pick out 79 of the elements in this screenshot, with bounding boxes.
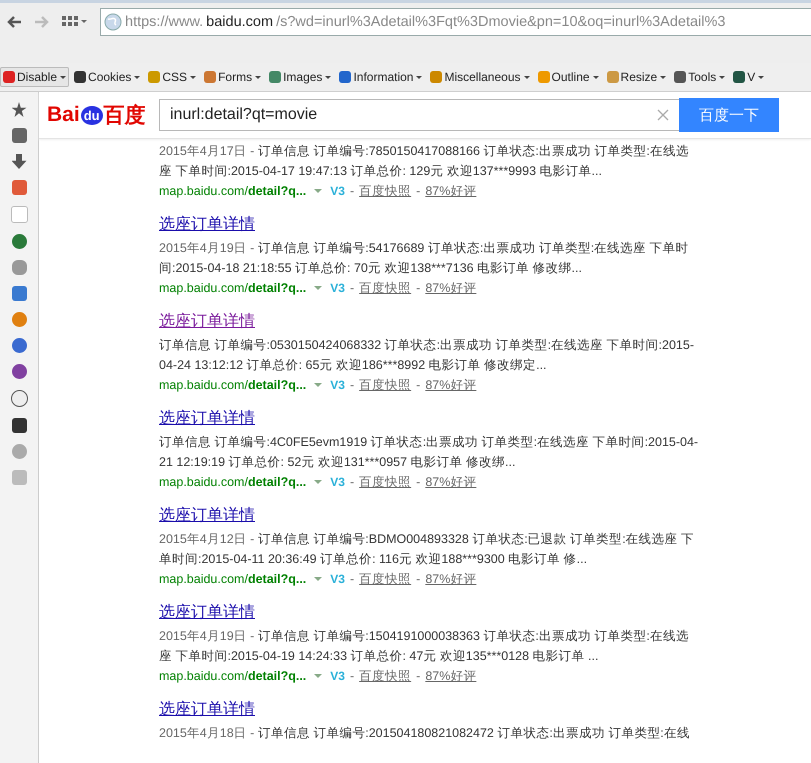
cache-link[interactable]: 百度快照 [359, 181, 412, 201]
separator-dash: - [350, 571, 354, 588]
caret-icon[interactable] [314, 189, 322, 193]
caret-icon [660, 76, 666, 78]
toolbar-menu-button[interactable]: Images [266, 67, 334, 87]
toolbar-menu-button[interactable]: CSS [145, 67, 200, 87]
address-field[interactable]: https://www. baidu.com /s?wd=inurl%3Adetail%3Fqt%3Dmovie&pn=10&oq=inurl%3Adetail%3 [100, 8, 811, 36]
caret-icon [325, 76, 332, 78]
toolbar-menu-button[interactable]: Forms [201, 67, 264, 87]
caret-icon[interactable] [314, 383, 322, 387]
separator-dash: - [416, 183, 420, 200]
caret-icon[interactable] [314, 286, 322, 290]
caret-icon [592, 76, 599, 78]
result-title-link[interactable]: 选座订单详情 [159, 409, 255, 429]
result-snippet: 订单信息 订单编号:4C0FE5evm1919 订单状态:出票成功 订单类型:在线选座 下单时间:2015-04-21 12:19:19 订单总价: 52元 欢迎131***0957 电影订单 修改绑... [159, 434, 699, 471]
rating-link[interactable]: 87%好评 [425, 569, 476, 589]
result-title-link[interactable]: 选座订单详情 [159, 506, 255, 526]
back-icon[interactable] [6, 15, 22, 29]
rating-link[interactable]: 87%好评 [425, 181, 476, 201]
toolbar-menu-button[interactable]: Miscellaneous [427, 67, 533, 87]
caret-icon [134, 76, 140, 78]
toolbar-menu-button[interactable]: Tools [671, 67, 728, 87]
separator-dash: - [416, 377, 420, 394]
caret-icon[interactable] [314, 480, 322, 484]
toolbar-menu-button[interactable]: Resize [604, 67, 670, 87]
result-snippet: 订单信息 订单编号:0530150424068332 订单状态:出票成功 订单类型:在线选座 下单时间:2015-04-24 13:12:12 订单总价: 65元 欢迎186***8992 电影订单 修改绑定... [159, 337, 695, 374]
cache-link[interactable]: 百度快照 [359, 375, 412, 395]
search-field[interactable]: inurl:detail?qt=movie [159, 99, 679, 131]
grid-menu-icon[interactable] [62, 16, 88, 28]
toolbar-menu-button[interactable]: Disable [0, 67, 70, 87]
result-url: map.baidu.com/detail?q... [159, 377, 306, 394]
caret-icon [60, 76, 66, 78]
result-title-link[interactable]: 选座订单详情 [159, 215, 255, 235]
cache-link[interactable]: 百度快照 [359, 569, 412, 589]
result-url: map.baidu.com/detail?q... [159, 183, 306, 200]
search-button[interactable]: 百度一下 [679, 98, 779, 132]
separator-dash: - [350, 377, 354, 394]
toolbar-menu-button[interactable]: Cookies [71, 67, 144, 87]
result-url: map.baidu.com/detail?q... [159, 668, 306, 685]
result-url: map.baidu.com/detail?q... [159, 571, 306, 588]
separator-dash: - [350, 668, 354, 685]
separator-dash: - [416, 668, 420, 685]
rating-link[interactable]: 87%好评 [425, 375, 476, 395]
rating-link[interactable]: 87%好评 [425, 278, 476, 298]
cache-link[interactable]: 百度快照 [359, 666, 412, 686]
result-snippet: 2015年4月19日 - 订单信息 订单编号:54176689 订单状态:出票成功 订单类型:在线选座 下单时间:2015-04-18 21:18:55 订单总价: 70元 欢迎138***7136 电影订单 修改绑... [159, 240, 690, 277]
caret-icon [719, 76, 726, 78]
separator-dash: - [416, 280, 420, 297]
cache-link[interactable]: 百度快照 [359, 278, 412, 298]
separator-dash: - [416, 474, 420, 491]
caret-icon [524, 76, 530, 78]
cache-link[interactable]: 百度快照 [359, 472, 412, 492]
caret-icon [416, 76, 422, 78]
toolbar-menu-button[interactable]: V [730, 67, 768, 87]
result-title-link[interactable]: 选座订单详情 [159, 700, 255, 720]
result-url: map.baidu.com/detail?q... [159, 474, 306, 491]
caret-icon [255, 76, 262, 78]
caret-icon [190, 76, 196, 78]
separator-dash: - [416, 571, 420, 588]
separator-dash: - [350, 474, 354, 491]
separator-dash: - [350, 280, 354, 297]
caret-icon[interactable] [314, 577, 322, 581]
rating-link[interactable]: 87%好评 [425, 472, 476, 492]
result-url: map.baidu.com/detail?q... [159, 280, 306, 297]
forward-icon[interactable] [34, 15, 50, 29]
toolbar-menu-button[interactable]: Outline [534, 67, 602, 87]
baidu-logo[interactable]: Bai du 百度 [47, 101, 151, 129]
separator-dash: - [350, 183, 354, 200]
result-title-link[interactable]: 选座订单详情 [159, 603, 255, 623]
result-snippet: 2015年4月19日 - 订单信息 订单编号:1504191000038363 订单状态:出票成功 订单类型:在线选座 下单时间:2015-04-19 14:24:33 订单总价: 47元 欢迎135***0128 电影订单 ... [159, 628, 690, 665]
result-snippet: 2015年4月18日 - 订单信息 订单编号:201504180821082472 订单状态:出票成功 订单类型:在线 [159, 725, 691, 742]
toolbar-menu-button[interactable]: Information [336, 67, 426, 87]
result-snippet: 2015年4月12日 - 订单信息 订单编号:BDMO004893328 订单状态:已退款 订单类型:在线选座 下单时间:2015-04-11 20:36:49 订单总价: 116元 欢迎188***9300 电影订单 修... [159, 531, 696, 568]
result-snippet: 2015年4月17日 - 订单信息 订单编号:7850150417088166 订单状态:出票成功 订单类型:在线选座 下单时间:2015-04-17 19:47:13 订单总价: 129元 欢迎137***9993 电影订单... [159, 143, 690, 180]
caret-icon [758, 76, 764, 78]
rating-link[interactable]: 87%好评 [425, 666, 476, 686]
clear-icon[interactable] [657, 109, 669, 121]
result-title-link[interactable]: 选座订单详情 [159, 312, 255, 332]
caret-icon[interactable] [314, 674, 322, 678]
